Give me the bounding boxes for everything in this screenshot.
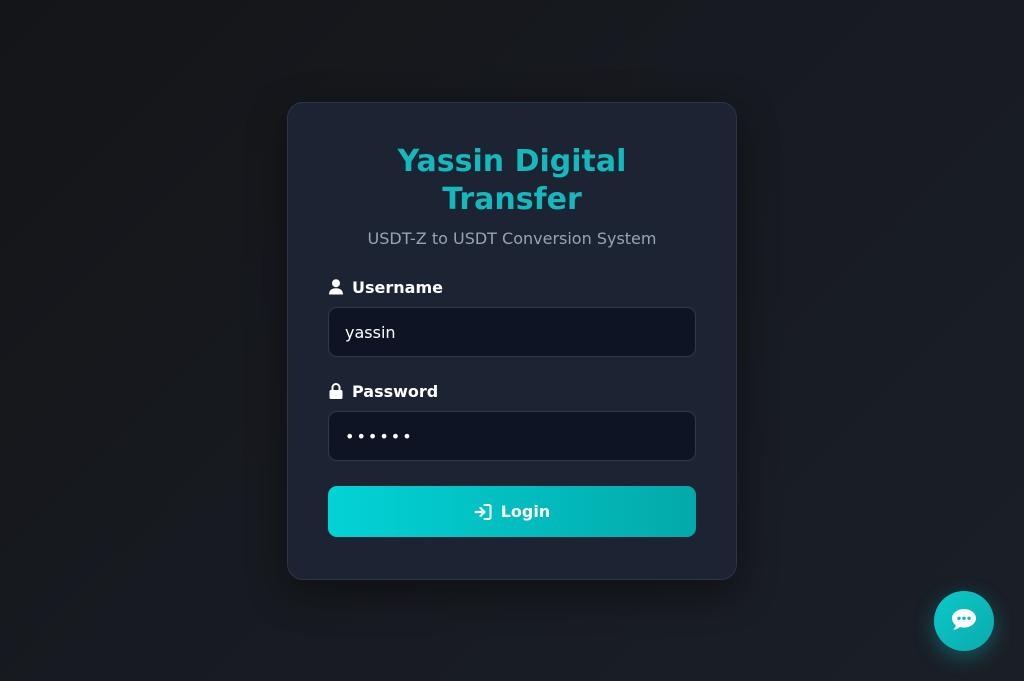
chat-button[interactable] bbox=[934, 591, 994, 651]
page-title: Yassin Digital Transfer bbox=[397, 144, 627, 217]
chat-bubble-icon bbox=[951, 607, 977, 635]
username-input[interactable] bbox=[328, 307, 696, 357]
login-button-label: Login bbox=[500, 502, 551, 521]
username-label: Username bbox=[328, 277, 696, 297]
sign-in-icon bbox=[474, 503, 492, 521]
page-subtitle: USDT-Z to USDT Conversion System bbox=[367, 229, 657, 248]
lock-icon bbox=[328, 383, 343, 400]
login-card: Yassin Digital Transfer USDT-Z to USDT C… bbox=[287, 102, 737, 580]
login-button[interactable]: Login bbox=[328, 486, 696, 537]
password-field-group: Password bbox=[328, 381, 696, 461]
password-input[interactable] bbox=[328, 411, 696, 461]
password-label-text: Password bbox=[352, 381, 439, 401]
username-field-group: Username bbox=[328, 277, 696, 357]
username-label-text: Username bbox=[352, 277, 443, 297]
password-label: Password bbox=[328, 381, 696, 401]
user-icon bbox=[328, 279, 343, 296]
